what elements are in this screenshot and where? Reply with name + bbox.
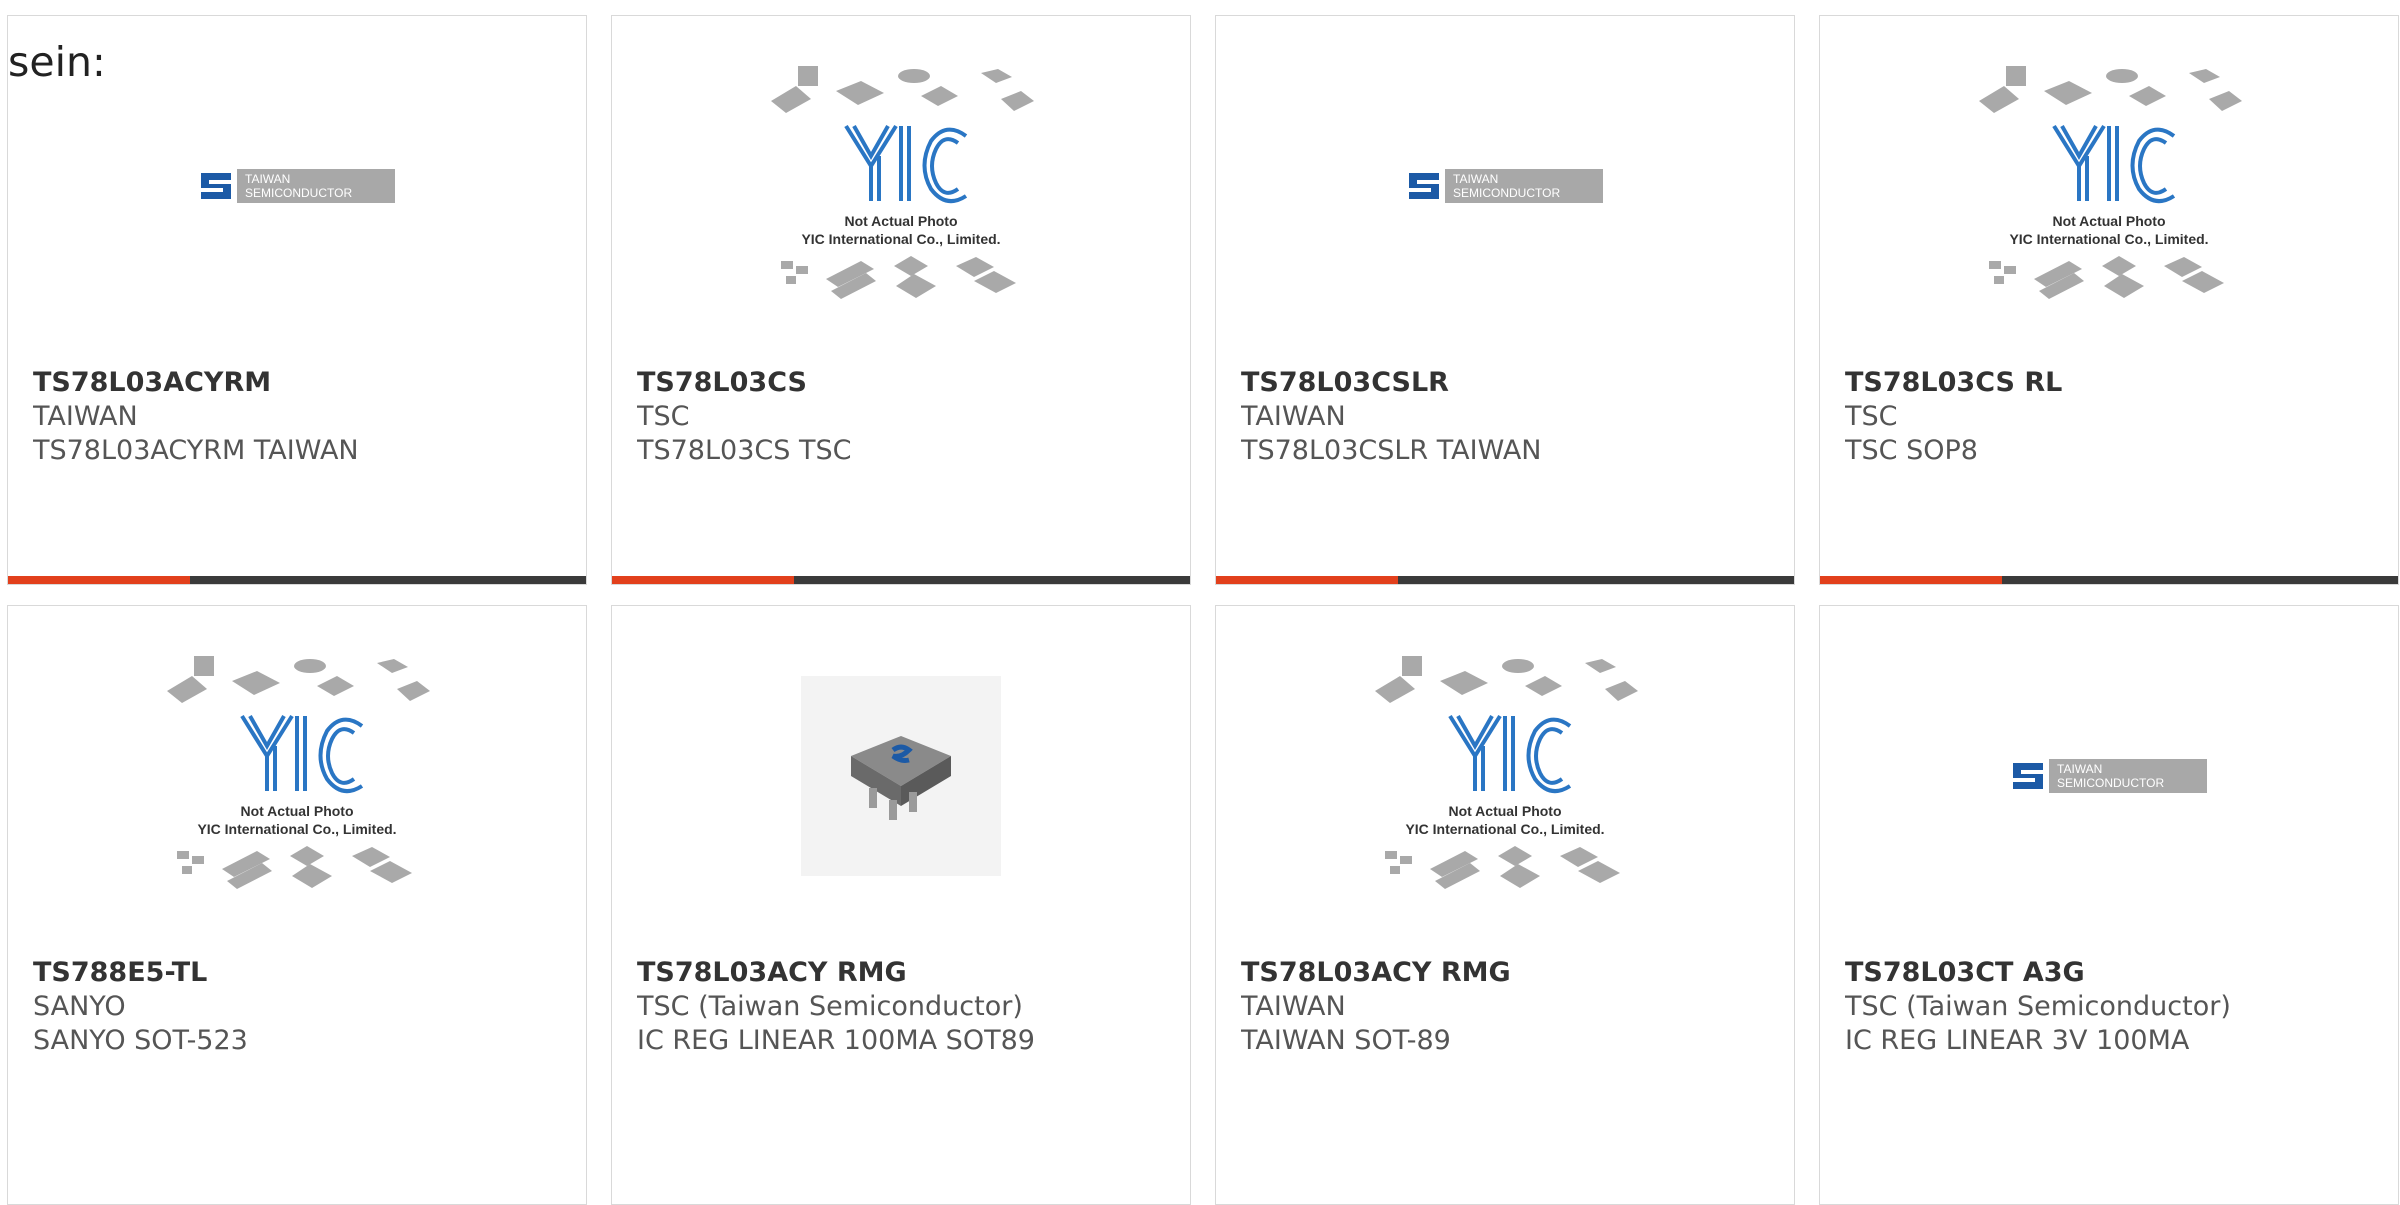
tsc-line2: SEMICONDUCTOR [1453, 186, 1560, 200]
product-image[interactable]: Not Actual Photo YIC International Co., … [8, 606, 586, 946]
product-desc: IC REG LINEAR 100MA SOT89 [637, 1025, 1035, 1056]
yic-line1: Not Actual Photo [2052, 213, 2165, 229]
tsc-line1: TAIWAN [245, 172, 290, 186]
card-bar [8, 576, 586, 584]
card-bar-accent [612, 576, 794, 584]
product-maker: TSC (Taiwan Semiconductor) [1845, 991, 2231, 1022]
yic-line2: YIC International Co., Limited. [801, 231, 1000, 247]
yic-placeholder-icon: Not Actual Photo YIC International Co., … [1979, 66, 2242, 299]
product-desc: IC REG LINEAR 3V 100MA [1845, 1025, 2190, 1056]
product-desc: TAIWAN SOT-89 [1241, 1025, 1451, 1056]
product-name[interactable]: TS78L03CS [637, 366, 1167, 400]
tsc-logo-icon: TAIWAN SEMICONDUCTOR [1405, 167, 1605, 205]
product-maker: TSC (Taiwan Semiconductor) [637, 991, 1023, 1022]
card-bar [1216, 576, 1794, 584]
product-card[interactable]: Not Actual Photo YIC International Co., … [611, 15, 1191, 585]
product-desc: TS78L03ACYRM TAIWAN [33, 435, 359, 466]
tsc-line2: SEMICONDUCTOR [2057, 776, 2164, 790]
product-maker: TAIWAN [1241, 991, 1346, 1022]
product-name[interactable]: TS78L03CSLR [1241, 366, 1771, 400]
tsc-line1: TAIWAN [2057, 762, 2102, 776]
product-desc: TSC SOP8 [1845, 435, 1978, 466]
product-card[interactable]: Not Actual Photo YIC International Co., … [1819, 15, 2399, 585]
product-image[interactable]: TAIWAN SEMICONDUCTOR [1820, 606, 2398, 946]
product-desc: SANYO SOT-523 [33, 1025, 248, 1056]
sot89-chip-icon [801, 676, 1001, 876]
product-maker: TSC [1845, 401, 1898, 432]
product-card[interactable]: TAIWAN SEMICONDUCTOR TS78L03CT A3G TSC (… [1819, 605, 2399, 1205]
lead-text: sein: [8, 38, 106, 86]
product-maker: TSC [637, 401, 690, 432]
yic-line2: YIC International Co., Limited. [2009, 231, 2208, 247]
product-name[interactable]: TS78L03ACY RMG [637, 956, 1167, 990]
card-bar [612, 576, 1190, 584]
yic-line1: Not Actual Photo [1448, 803, 1561, 819]
card-bar-accent [1820, 576, 2002, 584]
card-bar-accent [8, 576, 190, 584]
product-maker: TAIWAN [1241, 401, 1346, 432]
product-name[interactable]: TS78L03CT A3G [1845, 956, 2375, 990]
product-card[interactable]: Not Actual Photo YIC International Co., … [1215, 605, 1795, 1205]
tsc-line2: SEMICONDUCTOR [245, 186, 352, 200]
tsc-line1: TAIWAN [1453, 172, 1498, 186]
tsc-logo-icon: TAIWAN SEMICONDUCTOR [197, 167, 397, 205]
product-image[interactable] [612, 606, 1190, 946]
card-bar-accent [1216, 576, 1398, 584]
product-card[interactable]: TAIWAN SEMICONDUCTOR TS78L03ACYRM TAIWAN… [7, 15, 587, 585]
product-card[interactable]: TAIWAN SEMICONDUCTOR TS78L03CSLR TAIWAN … [1215, 15, 1795, 585]
yic-line1: Not Actual Photo [240, 803, 353, 819]
product-card[interactable]: TS78L03ACY RMG TSC (Taiwan Semiconductor… [611, 605, 1191, 1205]
product-image[interactable]: Not Actual Photo YIC International Co., … [612, 16, 1190, 356]
yic-line1: Not Actual Photo [844, 213, 957, 229]
product-desc: TS78L03CS TSC [637, 435, 852, 466]
product-name[interactable]: TS78L03ACYRM [33, 366, 563, 400]
card-bar [1820, 576, 2398, 584]
product-name[interactable]: TS78L03ACY RMG [1241, 956, 1771, 990]
tsc-logo-icon: TAIWAN SEMICONDUCTOR [2009, 757, 2209, 795]
product-name[interactable]: TS788E5-TL [33, 956, 563, 990]
product-card[interactable]: Not Actual Photo YIC International Co., … [7, 605, 587, 1205]
product-grid: TAIWAN SEMICONDUCTOR TS78L03ACYRM TAIWAN… [0, 0, 2400, 1205]
product-maker: TAIWAN [33, 401, 138, 432]
product-desc: TS78L03CSLR TAIWAN [1241, 435, 1542, 466]
yic-line2: YIC International Co., Limited. [1405, 821, 1604, 837]
product-image[interactable]: Not Actual Photo YIC International Co., … [1820, 16, 2398, 356]
yic-line2: YIC International Co., Limited. [197, 821, 396, 837]
product-image[interactable]: Not Actual Photo YIC International Co., … [1216, 606, 1794, 946]
yic-placeholder-icon: Not Actual Photo YIC International Co., … [771, 66, 1034, 299]
product-maker: SANYO [33, 991, 126, 1022]
product-name[interactable]: TS78L03CS RL [1845, 366, 2375, 400]
yic-placeholder-icon: Not Actual Photo YIC International Co., … [167, 656, 430, 889]
yic-placeholder-icon: Not Actual Photo YIC International Co., … [1375, 656, 1638, 889]
product-image[interactable]: TAIWAN SEMICONDUCTOR [1216, 16, 1794, 356]
